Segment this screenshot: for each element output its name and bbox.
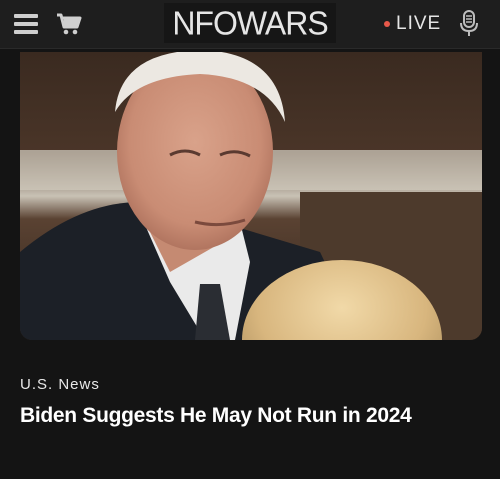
site-logo[interactable]: NFOWARS — [164, 3, 336, 43]
microphone-icon[interactable] — [458, 10, 480, 38]
article-hero-image[interactable] — [20, 52, 482, 340]
hamburger-menu-icon[interactable] — [14, 14, 38, 34]
live-indicator-dot — [384, 21, 390, 27]
article-category[interactable]: U.S. News — [20, 376, 100, 393]
article-headline[interactable]: Biden Suggests He May Not Run in 2024 — [20, 404, 490, 428]
live-button[interactable]: LIVE — [384, 12, 441, 36]
top-navigation-bar: NFOWARS LIVE — [0, 0, 500, 49]
shopping-cart-icon[interactable] — [56, 12, 82, 36]
live-label: LIVE — [396, 13, 442, 34]
logo-text: NFOWARS — [172, 3, 328, 42]
hero-photo — [20, 52, 482, 340]
